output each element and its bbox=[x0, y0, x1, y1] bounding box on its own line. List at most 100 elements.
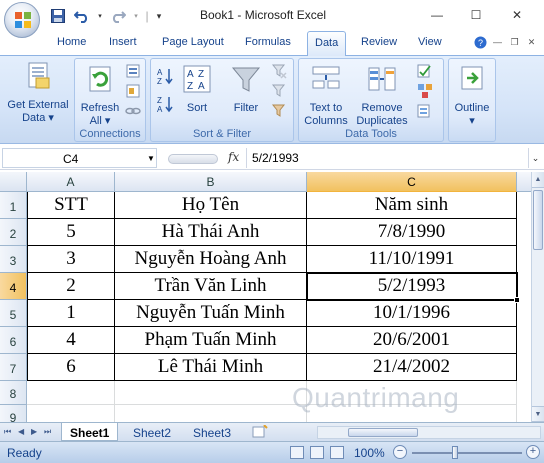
office-button[interactable] bbox=[4, 2, 40, 38]
workbook-minimize-icon[interactable]: — bbox=[491, 35, 504, 49]
cell-b7[interactable]: Lê Thái Minh bbox=[115, 354, 307, 381]
tab-page-layout[interactable]: Page Layout bbox=[162, 36, 224, 48]
row-header-7[interactable]: 7 bbox=[0, 354, 27, 381]
tab-home[interactable]: Home bbox=[57, 36, 86, 48]
row-header-8[interactable]: 8 bbox=[0, 381, 27, 405]
zoom-slider-track[interactable] bbox=[412, 452, 522, 454]
cell-a2[interactable]: 5 bbox=[28, 219, 115, 246]
cell-c2[interactable]: 7/8/1990 bbox=[307, 219, 517, 246]
name-box-dropdown-icon[interactable]: ▼ bbox=[147, 154, 155, 163]
row-header-4[interactable]: 4 bbox=[0, 273, 27, 300]
cell-b9[interactable] bbox=[115, 405, 307, 422]
scroll-down-arrow-icon[interactable]: ▼ bbox=[532, 406, 544, 422]
cell-b5[interactable]: Nguyễn Tuấn Minh bbox=[115, 300, 307, 327]
expand-formula-bar-icon[interactable]: ⌄ bbox=[528, 148, 542, 168]
text-to-columns-button[interactable]: Text to Columns bbox=[302, 63, 350, 128]
cell-a7[interactable]: 6 bbox=[28, 354, 115, 381]
cell-b6[interactable]: Phạm Tuấn Minh bbox=[115, 327, 307, 354]
tab-data[interactable]: Data bbox=[307, 31, 347, 57]
select-all-corner[interactable] bbox=[0, 172, 27, 192]
edit-links-icon[interactable] bbox=[125, 103, 141, 119]
reapply-icon[interactable] bbox=[271, 83, 287, 99]
cell-c4[interactable]: 5/2/1993 bbox=[307, 273, 517, 300]
cell-a9[interactable] bbox=[27, 405, 115, 422]
what-if-analysis-icon[interactable] bbox=[417, 103, 433, 119]
redo-icon[interactable] bbox=[108, 7, 128, 25]
column-header-c[interactable]: C bbox=[307, 172, 517, 192]
cell-a3[interactable]: 3 bbox=[28, 246, 115, 273]
consolidate-icon[interactable] bbox=[417, 83, 433, 99]
filter-button[interactable]: Filter bbox=[225, 63, 267, 115]
tab-formulas[interactable]: Formulas bbox=[245, 36, 291, 48]
cell-b3[interactable]: Nguyễn Hoàng Anh bbox=[115, 246, 307, 273]
cell-b2[interactable]: Hà Thái Anh bbox=[115, 219, 307, 246]
cell-a1[interactable]: STT bbox=[28, 192, 115, 219]
row-header-1[interactable]: 1 bbox=[0, 192, 27, 219]
cell-a5[interactable]: 1 bbox=[28, 300, 115, 327]
data-validation-icon[interactable] bbox=[417, 63, 433, 79]
page-layout-view-icon[interactable] bbox=[310, 446, 324, 459]
clear-filter-icon[interactable] bbox=[271, 63, 287, 79]
maximize-button[interactable]: ☐ bbox=[459, 2, 493, 28]
row-header-5[interactable]: 5 bbox=[0, 300, 27, 327]
cell-a4[interactable]: 2 bbox=[28, 273, 115, 300]
remove-duplicates-button[interactable]: Remove Duplicates bbox=[351, 63, 413, 128]
horizontal-scroll-thumb[interactable] bbox=[348, 428, 418, 437]
sort-button[interactable]: A Z Z A Sort bbox=[179, 63, 215, 115]
insert-function-button[interactable]: fx bbox=[228, 150, 239, 164]
redo-dropdown-icon[interactable]: ▾ bbox=[132, 7, 140, 25]
row-header-9[interactable]: 9 bbox=[0, 405, 27, 422]
scroll-up-arrow-icon[interactable]: ▲ bbox=[532, 172, 544, 188]
minimize-button[interactable]: — bbox=[420, 2, 454, 28]
next-sheet-icon[interactable]: ▶ bbox=[31, 427, 37, 436]
sheet-tab-sheet1[interactable]: Sheet1 bbox=[61, 423, 119, 441]
prev-sheet-icon[interactable]: ◀ bbox=[18, 427, 24, 436]
name-box[interactable]: C4 bbox=[2, 148, 157, 168]
row-header-6[interactable]: 6 bbox=[0, 327, 27, 354]
zoom-slider-thumb[interactable] bbox=[452, 446, 458, 459]
cell-c7[interactable]: 21/4/2002 bbox=[307, 354, 517, 381]
vertical-scrollbar[interactable]: ▲ ▼ bbox=[531, 172, 544, 422]
cell-c1[interactable]: Năm sinh bbox=[307, 192, 517, 219]
column-header-d[interactable] bbox=[517, 172, 531, 192]
row-header-2[interactable]: 2 bbox=[0, 219, 27, 246]
sheet-tab-sheet2[interactable]: Sheet2 bbox=[125, 423, 179, 441]
insert-worksheet-icon[interactable] bbox=[252, 424, 268, 441]
tab-insert[interactable]: Insert bbox=[109, 36, 137, 48]
cell-a6[interactable]: 4 bbox=[28, 327, 115, 354]
properties-icon[interactable] bbox=[125, 83, 141, 99]
cell-c6[interactable]: 20/6/2001 bbox=[307, 327, 517, 354]
undo-dropdown-icon[interactable]: ▾ bbox=[96, 7, 104, 25]
page-break-view-icon[interactable] bbox=[330, 446, 344, 459]
cell-c5[interactable]: 10/1/1996 bbox=[307, 300, 517, 327]
tab-review[interactable]: Review bbox=[361, 36, 397, 48]
tab-view[interactable]: View bbox=[418, 36, 442, 48]
sheet-tab-sheet3[interactable]: Sheet3 bbox=[185, 423, 239, 441]
customize-qat-icon[interactable]: ▾ bbox=[154, 7, 164, 25]
column-header-b[interactable]: B bbox=[115, 172, 307, 192]
vertical-scroll-thumb[interactable] bbox=[533, 190, 543, 250]
fill-handle[interactable] bbox=[514, 297, 520, 303]
workbook-close-icon[interactable]: ✕ bbox=[525, 35, 538, 49]
sort-descending-icon[interactable]: ZA bbox=[156, 95, 174, 113]
refresh-all-button[interactable]: Refresh All ▾ bbox=[77, 63, 123, 128]
advanced-filter-icon[interactable] bbox=[271, 103, 287, 119]
outline-button[interactable]: Outline ▾ bbox=[451, 63, 493, 128]
cell-b1[interactable]: Họ Tên bbox=[115, 192, 307, 219]
cell-c3[interactable]: 11/10/1991 bbox=[307, 246, 517, 273]
close-button[interactable]: ✕ bbox=[500, 2, 534, 28]
workbook-restore-icon[interactable]: ❐ bbox=[508, 35, 521, 49]
connections-icon[interactable] bbox=[125, 63, 141, 79]
zoom-out-button[interactable]: − bbox=[393, 445, 407, 459]
zoom-level[interactable]: 100% bbox=[354, 446, 385, 460]
help-icon[interactable]: ? bbox=[474, 35, 487, 49]
cell-a8[interactable] bbox=[27, 381, 115, 405]
formula-input[interactable]: 5/2/1993 bbox=[246, 148, 526, 168]
formula-bar-resize-handle[interactable] bbox=[168, 154, 218, 164]
get-external-data-button[interactable]: Get External Data ▾ bbox=[4, 60, 72, 125]
cell-b4[interactable]: Trần Văn Linh bbox=[115, 273, 307, 300]
row-header-3[interactable]: 3 bbox=[0, 246, 27, 273]
first-sheet-icon[interactable]: ⏮ bbox=[4, 427, 11, 437]
zoom-in-button[interactable]: + bbox=[526, 445, 540, 459]
cell-b8[interactable] bbox=[115, 381, 307, 405]
